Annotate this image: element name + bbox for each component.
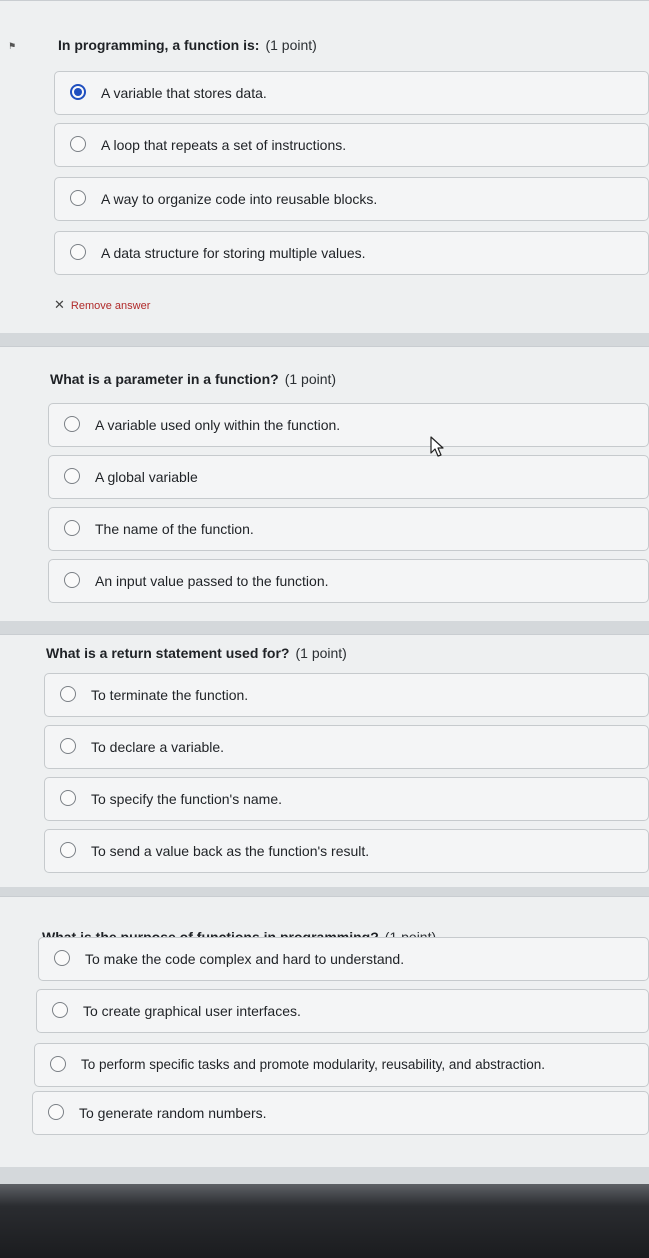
question-points: (1 point) — [265, 37, 317, 53]
radio-icon[interactable] — [64, 520, 80, 536]
question-title: In programming, a function is: (1 point) — [58, 37, 317, 53]
remove-answer-label: Remove answer — [70, 300, 151, 312]
radio-icon[interactable] — [60, 842, 76, 858]
question-card-4: What is the purpose of functions in prog… — [0, 896, 649, 1167]
radio-icon[interactable] — [48, 1104, 64, 1120]
answer-label: To send a value back as the function's r… — [91, 843, 370, 859]
answer-label: To create graphical user interfaces. — [83, 1003, 301, 1019]
radio-icon[interactable] — [70, 136, 86, 152]
answer-option[interactable]: The name of the function. — [48, 507, 649, 551]
answer-label: To make the code complex and hard to und… — [85, 951, 405, 967]
question-text: In programming, a function is: — [58, 37, 260, 53]
answer-label: To specify the function's name. — [91, 791, 282, 807]
answer-option[interactable]: To declare a variable. — [44, 725, 649, 769]
answer-option[interactable]: A variable used only within the function… — [48, 403, 649, 447]
answer-label: A data structure for storing multiple va… — [101, 245, 366, 261]
question-text: What is a return statement used for? — [46, 645, 290, 661]
answer-label: A loop that repeats a set of instruction… — [101, 137, 347, 153]
radio-icon[interactable] — [52, 1002, 68, 1018]
screen-bezel — [0, 1184, 649, 1258]
answer-option[interactable]: To specify the function's name. — [44, 777, 649, 821]
close-icon: ✕ — [54, 297, 65, 312]
answer-label: The name of the function. — [95, 521, 254, 537]
answer-label: A way to organize code into reusable blo… — [101, 191, 378, 207]
answer-option[interactable]: A global variable — [48, 455, 649, 499]
answer-label: To perform specific tasks and promote mo… — [81, 1057, 545, 1072]
answer-option[interactable]: To send a value back as the function's r… — [44, 829, 649, 873]
radio-icon[interactable] — [64, 468, 80, 484]
answer-option[interactable]: A way to organize code into reusable blo… — [54, 177, 649, 221]
question-points: (1 point) — [284, 371, 337, 387]
answer-option[interactable]: To terminate the function. — [44, 673, 649, 717]
radio-icon[interactable] — [54, 950, 70, 966]
answer-label: To declare a variable. — [91, 739, 225, 755]
radio-icon[interactable] — [70, 244, 86, 260]
radio-icon[interactable] — [60, 686, 76, 702]
answer-option[interactable]: A variable that stores data. — [54, 71, 649, 115]
answer-label: An input value passed to the function. — [95, 573, 329, 589]
radio-icon[interactable] — [64, 572, 80, 588]
question-title: What is a parameter in a function? (1 poi… — [50, 371, 336, 387]
radio-icon[interactable] — [50, 1056, 66, 1072]
question-points: (1 point) — [295, 645, 347, 661]
answer-option[interactable]: To make the code complex and hard to und… — [38, 937, 649, 981]
answer-label: To generate random numbers. — [79, 1105, 267, 1121]
question-card-1: ⚑ In programming, a function is: (1 point… — [0, 0, 649, 333]
remove-answer-link[interactable]: ✕ Remove answer — [54, 297, 150, 313]
answer-option[interactable]: To perform specific tasks and promote mo… — [34, 1043, 649, 1087]
mouse-cursor-icon — [430, 436, 444, 457]
answer-option[interactable]: A loop that repeats a set of instruction… — [54, 123, 649, 167]
answer-label: A variable used only within the function… — [95, 417, 341, 433]
answer-option[interactable]: A data structure for storing multiple va… — [54, 231, 649, 275]
answer-label: A variable that stores data. — [101, 85, 267, 101]
question-card-2: What is a parameter in a function? (1 poi… — [0, 346, 649, 621]
radio-icon[interactable] — [64, 416, 80, 432]
answer-option[interactable]: To generate random numbers. — [32, 1091, 649, 1135]
quiz-page: ⚑ In programming, a function is: (1 point… — [0, 0, 649, 1258]
flag-icon[interactable]: ⚑ — [8, 41, 18, 51]
radio-selected-icon[interactable] — [70, 84, 86, 100]
question-card-3: What is a return statement used for? (1 p… — [0, 634, 649, 887]
answer-option[interactable]: To create graphical user interfaces. — [36, 989, 649, 1033]
radio-icon[interactable] — [60, 738, 76, 754]
question-title: What is a return statement used for? (1 p… — [46, 645, 347, 661]
question-text: What is a parameter in a function? — [50, 371, 279, 387]
radio-icon[interactable] — [60, 790, 76, 806]
answer-option[interactable]: An input value passed to the function. — [48, 559, 649, 603]
radio-icon[interactable] — [70, 190, 86, 206]
answer-label: A global variable — [95, 469, 198, 485]
answer-label: To terminate the function. — [91, 687, 249, 703]
